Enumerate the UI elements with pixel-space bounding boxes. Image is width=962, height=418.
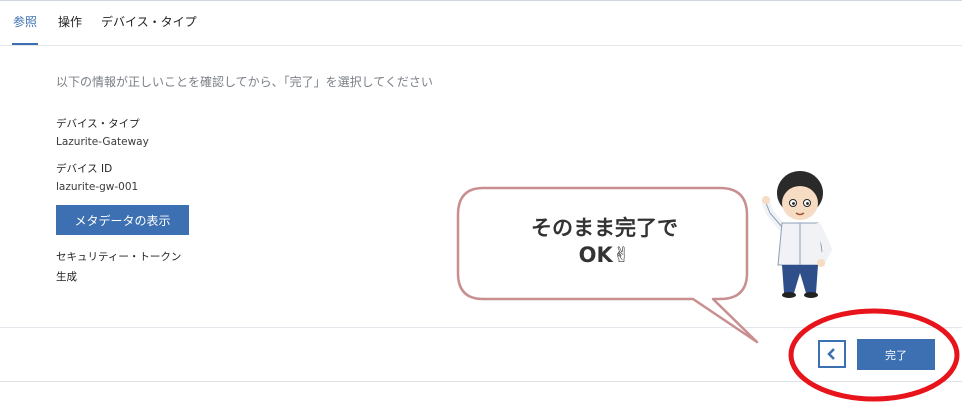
show-metadata-button[interactable]: メタデータの表示 [56,205,189,235]
callout-text: そのまま完了で OK✌ [482,215,727,269]
tab-device-type[interactable]: デバイス・タイプ [101,13,197,30]
security-token-value: 生成 [56,271,77,283]
tab-bar: 参照 操作 デバイス・タイプ [0,10,962,46]
instruction-text: 以下の情報が正しいことを確認してから、「完了」を選択してください [56,75,433,89]
chevron-left-icon [827,348,835,360]
device-type-value: Lazurite-Gateway [56,136,149,148]
security-token-label: セキュリティー・トークン [56,251,182,263]
character-illustration [762,171,833,298]
callout-line-2: OK✌ [578,243,631,267]
device-id-label: デバイス ID [56,163,113,175]
back-button[interactable] [818,340,846,368]
device-type-label: デバイス・タイプ [56,118,140,130]
footer-divider [0,327,962,328]
tab-reference[interactable]: 参照 [13,13,37,30]
top-border [0,0,962,1]
done-button[interactable]: 完了 [857,339,935,370]
bottom-divider [0,381,962,382]
tab-operations[interactable]: 操作 [58,13,82,30]
tabs-divider [0,45,962,46]
callout-line-1: そのまま完了で [531,216,678,240]
device-id-value: lazurite-gw-001 [56,181,139,193]
